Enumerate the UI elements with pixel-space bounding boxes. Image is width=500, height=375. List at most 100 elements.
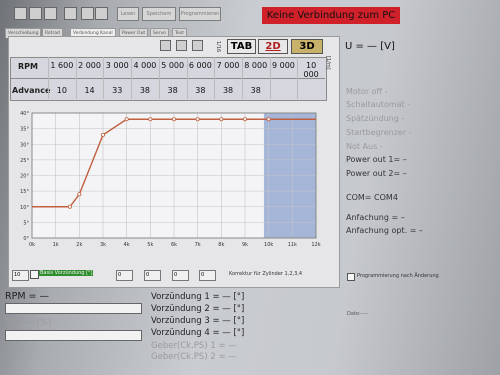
y-tick-label: 30° <box>20 142 29 148</box>
power-out-2-label: Power out 2= – <box>346 169 407 178</box>
rpm-cell[interactable]: 2 000 <box>76 61 104 70</box>
advance-row-label: Advance <box>12 86 51 95</box>
advance-cell[interactable]: 38 <box>131 86 159 95</box>
rpm-cell[interactable]: 9 000 <box>270 61 298 70</box>
rpm-unit-label: [1/m] <box>325 56 331 70</box>
advance-cell[interactable]: 10 <box>48 86 76 95</box>
table-column-divider <box>103 57 105 99</box>
data-point <box>148 117 153 122</box>
anfachung-label: Anfachung = – <box>346 213 405 222</box>
cyl1-spinner[interactable]: 0 <box>116 270 133 281</box>
spaetzuendung-label: Spätzündung - <box>346 114 405 123</box>
vorzuendung-2: Vorzündung 2 = — [°] <box>151 304 245 314</box>
advance-cell[interactable]: 38 <box>159 86 187 95</box>
base-advance-label: Basis Vorzündung [°] <box>39 270 94 276</box>
unit-label: 1/16 <box>215 41 221 53</box>
advance-cell[interactable]: 38 <box>242 86 270 95</box>
data-point <box>266 117 271 122</box>
rpm-cell[interactable]: 5 000 <box>159 61 187 70</box>
motor-off-label: Motor off - <box>346 87 388 96</box>
x-tick-label: 10k <box>264 242 273 248</box>
x-tick-label: 12k <box>311 242 320 248</box>
open-folder-icon[interactable] <box>29 7 42 20</box>
read-button[interactable]: Lesen <box>117 7 139 21</box>
data-point <box>219 117 224 122</box>
table-column-divider <box>131 57 133 99</box>
rpm-bar <box>5 303 142 314</box>
geber-1: Geber(Ck.PS) 1 = — <box>151 341 237 351</box>
tab-view-button[interactable]: TAB <box>227 39 256 54</box>
program-button[interactable]: Programmieren <box>179 7 221 21</box>
y-tick-label: 20° <box>20 174 29 180</box>
table-column-divider <box>158 57 160 99</box>
advance-cell[interactable]: 38 <box>214 86 242 95</box>
vorzuendung-3: Vorzündung 3 = — [°] <box>151 316 245 326</box>
not-aus-label: Not Aus - <box>346 142 383 151</box>
programming-checkbox-label: Programmierung nach Änderung <box>357 273 439 279</box>
data-point <box>77 192 82 197</box>
data-point <box>195 117 200 122</box>
vorzuendung-1: Vorzündung 1 = — [°] <box>151 292 245 302</box>
x-tick-label: 4k <box>124 242 130 248</box>
undo-icon[interactable] <box>81 7 94 20</box>
x-tick-label: 5k <box>147 242 153 248</box>
data-point <box>171 117 176 122</box>
x-tick-label: 0k <box>29 242 35 248</box>
table-column-divider <box>269 57 271 99</box>
cyl4-spinner[interactable]: 0 <box>199 270 216 281</box>
base-advance-spin[interactable]: 10 <box>12 270 29 281</box>
vorzuendung-4: Vorzündung 4 = — [°] <box>151 328 245 338</box>
table-column-divider <box>48 57 49 99</box>
y-tick-label: 10° <box>20 205 29 211</box>
base-advance-checkbox[interactable] <box>30 270 39 279</box>
rpm-cell[interactable]: 8 000 <box>242 61 270 70</box>
advance-cell[interactable]: 38 <box>187 86 215 95</box>
screen: Lesen Speichern Programmieren Keine Verb… <box>0 0 500 375</box>
rpm-cell[interactable]: 4 000 <box>131 61 159 70</box>
power-out-1-label: Power out 1= – <box>346 155 407 164</box>
rpm-cell[interactable]: 7 000 <box>214 61 242 70</box>
x-tick-label: 6k <box>171 242 177 248</box>
schaltautomat-label: Schaltautomat - <box>346 100 411 109</box>
voltage-label: U = — [V] <box>345 41 395 52</box>
2d-view-button[interactable]: 2D <box>258 39 288 54</box>
x-tick-label: 11k <box>288 242 297 248</box>
com-port-label: COM= COM4 <box>346 193 398 202</box>
save-button[interactable]: Speichern <box>142 7 176 21</box>
x-tick-label: 1k <box>53 242 59 248</box>
programming-checkbox[interactable] <box>347 273 355 281</box>
data-point <box>101 132 106 137</box>
copy-icon[interactable] <box>160 40 171 51</box>
table-column-divider <box>241 57 243 99</box>
data-point <box>242 117 247 122</box>
advance-cell[interactable]: 14 <box>76 86 104 95</box>
advance-chart: 0k 1k 2k 3k 4k 5k 6k 7k 8k 9k 10k 11k 12k 0° 5° 10° 15° 2… <box>20 111 321 248</box>
rpm-cell[interactable]: 3 000 <box>103 61 131 70</box>
paste-icon[interactable] <box>176 40 187 51</box>
chart-icon[interactable] <box>192 40 203 51</box>
cylinder-correction-label: Korrektur für Zylinder 1,2,3,4 <box>229 271 303 277</box>
rpm-cell[interactable]: 1 600 <box>48 61 76 70</box>
x-tick-label: 9k <box>242 242 248 248</box>
table-column-divider <box>186 57 188 99</box>
3d-view-button[interactable]: 3D <box>291 39 323 54</box>
table-column-divider <box>75 57 77 99</box>
x-tick-label: 2k <box>76 242 82 248</box>
rpm-cell[interactable]: 6 000 <box>187 61 215 70</box>
rpm-cell[interactable]: 10 000 <box>297 61 325 79</box>
table-divider <box>10 78 325 79</box>
geber-2: Geber(Ck.PS) 2 = — <box>151 352 237 362</box>
redo-icon[interactable] <box>95 7 108 20</box>
x-tick-label: 8k <box>218 242 224 248</box>
cyl3-spinner[interactable]: 0 <box>172 270 189 281</box>
rpm-readout: RPM = — <box>5 291 50 302</box>
date-label: Date:---- <box>347 311 368 317</box>
print-icon[interactable] <box>64 7 77 20</box>
save-icon[interactable] <box>44 7 57 20</box>
tp-readout: TP= — [%] <box>5 318 52 328</box>
cyl2-spinner[interactable]: 0 <box>144 270 161 281</box>
data-point <box>67 204 72 209</box>
new-file-icon[interactable] <box>14 7 27 20</box>
advance-cell[interactable]: 33 <box>103 86 131 95</box>
y-tick-label: 15° <box>20 189 29 195</box>
